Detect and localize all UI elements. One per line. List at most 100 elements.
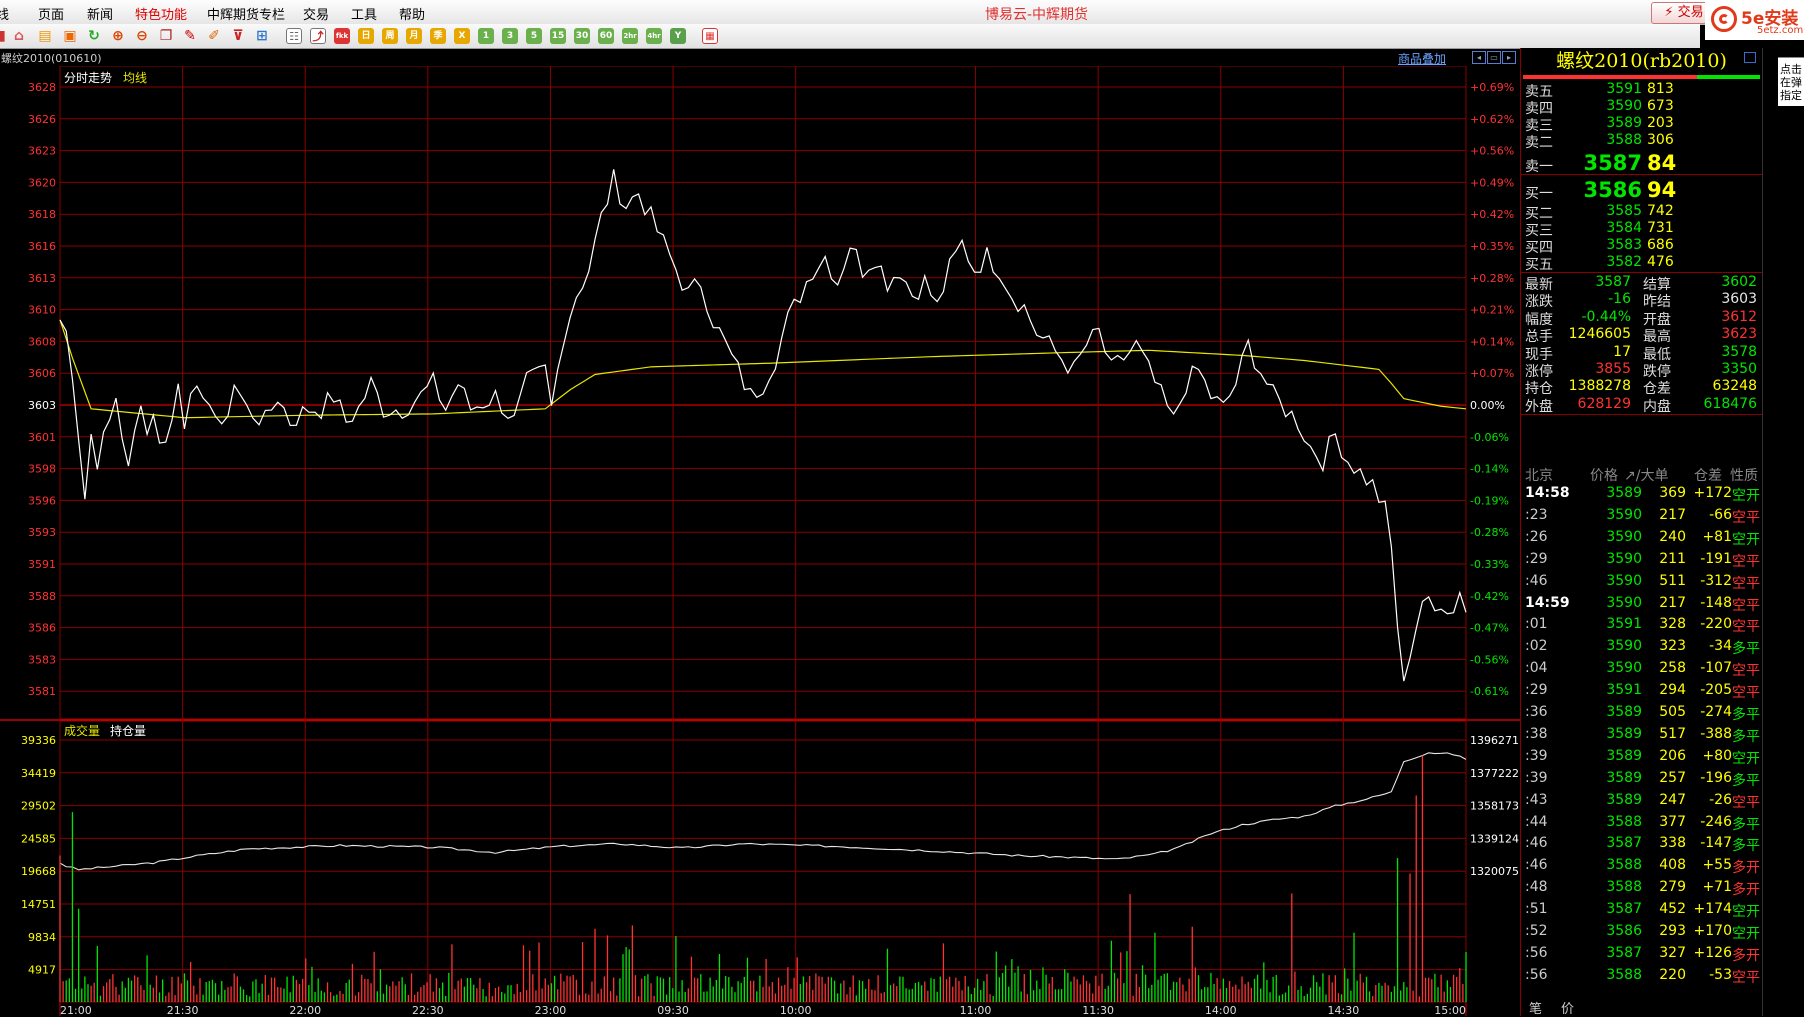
price-tick-label: 3626 bbox=[28, 113, 56, 126]
price-tick-label: 3613 bbox=[28, 272, 56, 285]
tick-row[interactable]: :46 3588 408 +55 多开 bbox=[1521, 857, 1762, 879]
calculator-icon[interactable]: ⊞ bbox=[254, 28, 270, 44]
tick-row[interactable]: :04 3590 258 -107 空平 bbox=[1521, 660, 1762, 682]
period-30[interactable]: 30 bbox=[574, 28, 590, 44]
tick-row[interactable]: :46 3590 511 -312 空平 bbox=[1521, 573, 1762, 595]
kline-icon[interactable]: ▮ bbox=[0, 28, 10, 44]
tick-row[interactable]: :46 3587 338 -147 多平 bbox=[1521, 835, 1762, 857]
period-15[interactable]: 15 bbox=[550, 28, 566, 44]
level-price: 3591 bbox=[1606, 81, 1642, 97]
order-book-level[interactable]: 卖二 3588 306 bbox=[1521, 131, 1762, 151]
period-3[interactable]: 3 bbox=[502, 28, 518, 44]
tick-price: 3588 bbox=[1606, 813, 1642, 830]
folder-icon[interactable]: ▤ bbox=[37, 28, 53, 44]
tick-row[interactable]: :29 3590 211 -191 空平 bbox=[1521, 551, 1762, 573]
pct-tick-label: -0.28% bbox=[1470, 526, 1509, 539]
period-2hr[interactable]: 2hr bbox=[622, 28, 638, 44]
period-月[interactable]: 月 bbox=[406, 28, 422, 44]
tick-row[interactable]: :36 3589 505 -274 多平 bbox=[1521, 704, 1762, 726]
menu-item-features[interactable]: 特色功能 bbox=[135, 4, 187, 23]
tick-row[interactable]: 14:58 3589 369 +172 空开 bbox=[1521, 485, 1762, 507]
tick-row[interactable]: :26 3590 240 +81 空开 bbox=[1521, 529, 1762, 551]
menu-item-column[interactable]: 中辉期货专栏 bbox=[207, 4, 285, 23]
time-tick-label: 09:30 bbox=[657, 1004, 689, 1016]
tick-row[interactable]: :43 3589 247 -26 空平 bbox=[1521, 792, 1762, 814]
tick-price: 3590 bbox=[1606, 594, 1642, 611]
tick-row[interactable]: :02 3590 323 -34 多平 bbox=[1521, 638, 1762, 660]
home-icon[interactable]: ⌂ bbox=[11, 28, 27, 44]
tick-row[interactable]: :23 3590 217 -66 空平 bbox=[1521, 507, 1762, 529]
tick-row[interactable]: :56 3587 327 +126 多开 bbox=[1521, 945, 1762, 967]
tick-volume: 338 bbox=[1659, 835, 1686, 852]
order-book-level[interactable]: 买一 3586 94 bbox=[1521, 178, 1762, 202]
volume-tick-label: 29502 bbox=[21, 800, 56, 813]
tick-row[interactable]: :39 3589 257 -196 多平 bbox=[1521, 770, 1762, 792]
period-X[interactable]: X bbox=[454, 28, 470, 44]
pct-tick-label: -0.33% bbox=[1470, 558, 1509, 571]
next-window-icon[interactable]: ▸ bbox=[1502, 51, 1516, 64]
period-日[interactable]: 日 bbox=[358, 28, 374, 44]
intraday-icon[interactable]: ⤴ bbox=[310, 28, 326, 44]
price-tick-label: 3581 bbox=[28, 685, 56, 698]
panel-toggle-icon[interactable] bbox=[1744, 52, 1756, 63]
stat-value: 1388278 bbox=[1568, 378, 1631, 395]
pen-icon[interactable]: ✎ bbox=[182, 28, 198, 44]
period-Y[interactable]: Y bbox=[670, 28, 686, 44]
menu-item-trade[interactable]: 交易 bbox=[303, 4, 329, 23]
zoom-in-icon[interactable]: ⊕ bbox=[110, 28, 126, 44]
period-1[interactable]: 1 bbox=[478, 28, 494, 44]
tick-oi-change: -312 bbox=[1700, 572, 1732, 589]
tab-prices[interactable]: 价 bbox=[1561, 998, 1574, 1017]
intraday-chart[interactable]: 3628 +0.69% 3626 +0.62% 3623 +0.56% 3620 +0.49%… bbox=[0, 66, 1520, 1016]
period-5[interactable]: 5 bbox=[526, 28, 542, 44]
tick-row[interactable]: :48 3588 279 +71 多开 bbox=[1521, 879, 1762, 901]
tick-row[interactable]: :38 3589 517 -388 多平 bbox=[1521, 726, 1762, 748]
grid-icon[interactable]: ▦ bbox=[702, 28, 718, 44]
order-book-level[interactable]: 买五 3582 476 bbox=[1521, 253, 1762, 273]
menu-item-help[interactable]: 帮助 bbox=[399, 4, 425, 23]
tick-row[interactable]: :39 3589 206 +80 空开 bbox=[1521, 748, 1762, 770]
filter-icon[interactable]: ⊽ bbox=[230, 28, 246, 44]
zoom-out-icon[interactable]: ⊖ bbox=[134, 28, 150, 44]
news-icon[interactable]: ▣ bbox=[62, 28, 78, 44]
tick-oi-change: +71 bbox=[1702, 879, 1732, 896]
menu-item-news[interactable]: 新闻 bbox=[87, 4, 113, 23]
draw-icon[interactable]: ✐ bbox=[206, 28, 222, 44]
tick-price: 3590 bbox=[1606, 506, 1642, 523]
menu-item-page[interactable]: 页面 bbox=[38, 4, 64, 23]
tick-oi-change: -26 bbox=[1709, 791, 1732, 808]
tick-header-price: 价格 bbox=[1590, 468, 1618, 484]
tick-oi-change: +126 bbox=[1693, 944, 1732, 961]
period-周[interactable]: 周 bbox=[382, 28, 398, 44]
volume-tick-label: 39336 bbox=[21, 734, 56, 747]
tick-row[interactable]: :01 3591 328 -220 空平 bbox=[1521, 616, 1762, 638]
tick-row[interactable]: :29 3591 294 -205 空平 bbox=[1521, 682, 1762, 704]
tick-trade-type: 空开 bbox=[1732, 926, 1760, 942]
period-季[interactable]: 季 bbox=[430, 28, 446, 44]
menu-item-tools[interactable]: 工具 bbox=[351, 4, 377, 23]
quote-title: 螺纹2010(rb2010) bbox=[1556, 50, 1727, 72]
window-icon[interactable]: ❐ bbox=[158, 28, 174, 44]
period-4hr[interactable]: 4hr bbox=[646, 28, 662, 44]
tick-row[interactable]: :44 3588 377 -246 多平 bbox=[1521, 814, 1762, 836]
period-fkk[interactable]: fkk bbox=[334, 28, 350, 44]
refresh-icon[interactable]: ↻ bbox=[86, 28, 102, 44]
oi-tick-label: 1339124 bbox=[1470, 832, 1519, 845]
order-book-level[interactable]: 卖一 3587 84 bbox=[1521, 151, 1762, 175]
tick-volume: 206 bbox=[1659, 747, 1686, 764]
tick-row[interactable]: 14:59 3590 217 -148 空平 bbox=[1521, 595, 1762, 617]
side-tip[interactable]: 点击在弹指定 bbox=[1778, 62, 1804, 106]
restore-window-icon[interactable]: ▭ bbox=[1487, 51, 1501, 64]
table-icon[interactable]: ☷ bbox=[286, 28, 302, 44]
menu-item-view[interactable]: 线 bbox=[0, 4, 9, 23]
tick-row[interactable]: :56 3588 220 -53 空平 bbox=[1521, 967, 1762, 989]
overlay-commodity-link[interactable]: 商品叠加 bbox=[1398, 50, 1446, 67]
stat-value: 3612 bbox=[1721, 308, 1757, 325]
level-volume: 686 bbox=[1647, 237, 1674, 253]
tick-oi-change: -53 bbox=[1709, 966, 1732, 983]
tick-row[interactable]: :52 3586 293 +170 空开 bbox=[1521, 923, 1762, 945]
prev-window-icon[interactable]: ◂ bbox=[1472, 51, 1486, 64]
tab-trades[interactable]: 笔 bbox=[1529, 998, 1542, 1017]
period-60[interactable]: 60 bbox=[598, 28, 614, 44]
tick-row[interactable]: :51 3587 452 +174 空开 bbox=[1521, 901, 1762, 923]
